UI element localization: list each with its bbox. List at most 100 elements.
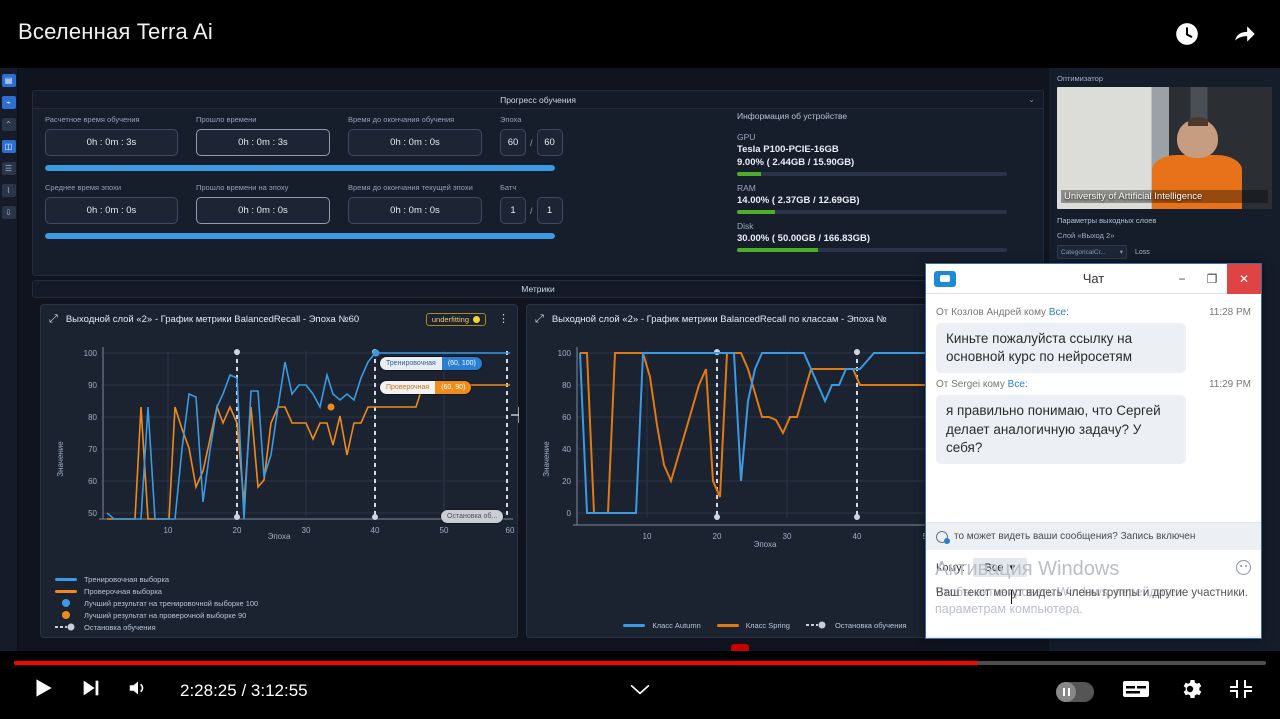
chat-message-list[interactable]: От Козлов Андрей кому Все: 11:28 PM Кинь… — [926, 294, 1261, 522]
chat-message: От Козлов Андрей кому Все: 11:28 PM Кинь… — [936, 307, 1251, 374]
expand-icon[interactable]: ⤢ — [535, 313, 544, 326]
svg-text:80: 80 — [88, 413, 97, 422]
field-label: Прошло времени — [196, 115, 257, 124]
to-prefix: кому — [982, 379, 1005, 391]
sidebar-item-metrics[interactable]: ⌃ — [1, 118, 16, 131]
from-prefix: От — [936, 379, 949, 391]
autoplay-toggle-icon[interactable] — [1056, 681, 1094, 702]
webcam-video[interactable]: University of Artificial Intelligence — [1057, 87, 1272, 209]
field-batch: Батч 1 / 1 — [500, 183, 563, 224]
message-input-placeholder[interactable]: Ваш текст могут видеть члены группы и др… — [936, 586, 1251, 602]
field-label: Эпоха — [500, 115, 522, 124]
sidebar-item-export[interactable]: ⇩ — [1, 206, 16, 219]
legend-label: Тренировочная выборка — [84, 574, 170, 584]
gear-icon[interactable] — [1178, 677, 1202, 706]
message-time: 11:29 PM — [1208, 379, 1251, 391]
field-value: 0h : 0m : 0s — [348, 129, 482, 156]
chart1-legend: Тренировочная выборка Проверочная выборк… — [41, 573, 517, 633]
batch-progress-bar — [45, 233, 555, 239]
text-cursor — [1011, 590, 1012, 604]
legend-swatch-stop — [805, 621, 828, 629]
field-epoch-elapsed-time: Прошло времени на эпоху 0h : 0m : 0s — [196, 183, 330, 224]
legend-item: Остановка обучения — [55, 621, 503, 633]
more-vertical-icon[interactable]: ⋮ — [494, 314, 509, 325]
ram-label: RAM — [737, 183, 756, 193]
epoch-current: 60 — [500, 129, 526, 156]
loss-select-value: CategoricalCr... — [1061, 248, 1106, 256]
sidebar-item-training[interactable]: ⌁ — [1, 96, 16, 109]
expand-icon[interactable]: ⤢ — [49, 313, 58, 326]
chart1-header: ⤢ Выходной слой «2» - График метрики Bal… — [41, 305, 517, 333]
exit-fullscreen-icon[interactable] — [1230, 678, 1252, 705]
svg-text:90: 90 — [88, 381, 97, 390]
field-value: 0h : 0m : 0s — [348, 197, 482, 224]
svg-text:70: 70 — [88, 445, 97, 454]
sidebar-item-dataset[interactable]: ▤ — [1, 74, 16, 87]
disk-label: Disk — [737, 221, 754, 231]
disk-usage: 30.00% ( 50.00GB / 166.83GB) — [737, 233, 871, 244]
clock-icon[interactable] — [1168, 15, 1206, 53]
legend-label: Класс Spring — [745, 620, 790, 630]
legend-swatch-line — [55, 577, 77, 581]
sidebar-item-plot[interactable]: ⌇ — [1, 184, 16, 197]
chat-window: Чат − ❐ ✕ От Козлов Андрей кому Все: 11:… — [925, 263, 1262, 639]
loss-label: Loss — [1135, 248, 1150, 256]
field-value: 0h : 0m : 0s — [196, 197, 330, 224]
legend-swatch-dot — [62, 611, 70, 619]
sender-name: Козлов Андрей — [951, 307, 1022, 318]
field-average-epoch-time: Среднее время эпохи 0h : 0m : 0s — [45, 183, 178, 224]
chat-compose-area: Кому: Все ▾ Ваш текст могут видеть члены… — [926, 550, 1261, 636]
next-track-icon[interactable] — [80, 677, 102, 704]
field-label: Батч — [500, 183, 517, 192]
status-badge: underfitting — [425, 312, 486, 326]
legend-label: Лучший результат на тренировочной выборк… — [84, 598, 259, 608]
chart1-title: Выходной слой «2» - График метрики Balan… — [65, 313, 360, 325]
subtitles-icon[interactable] — [1122, 678, 1150, 705]
progress-row-1: Расчетное время обучения 0h : 0m : 3s Пр… — [45, 115, 575, 156]
recipient-name: Все: — [1007, 379, 1028, 391]
batch-separator: / — [530, 205, 533, 216]
screen-root: Вселенная Terra Ai ▤ ⌁ ⌃ ◫ ☰ ⌇ ⇩ Прогрес… — [0, 0, 1280, 719]
field-time-until-end: Время до окончания обучения 0h : 0m : 0s — [348, 115, 482, 156]
output-layer-params-label: Параметры выходных слоев — [1057, 216, 1157, 225]
sidebar-item-model[interactable]: ◫ — [1, 140, 16, 153]
device-info: Информация об устройстве GPU Tesla P100-… — [737, 111, 1027, 252]
legend-swatch-line — [55, 589, 77, 593]
video-progress-track[interactable] — [14, 661, 1266, 665]
message-bubble: Киньте пожалуйста ссылку на основной кур… — [936, 323, 1186, 374]
legend-swatch-dot — [62, 599, 70, 607]
progress-fields: Расчетное время обучения 0h : 0m : 3s Пр… — [45, 115, 575, 239]
chevron-down-icon[interactable] — [630, 683, 650, 702]
legend-item: Лучший результат на тренировочной выборк… — [55, 597, 503, 609]
player-left-controls: 2:28:25 / 3:12:55 — [30, 675, 308, 706]
smiley-icon[interactable] — [1236, 560, 1251, 575]
chart2-title: Выходной слой «2» - График метрики Balan… — [551, 313, 887, 325]
chat-window-title: Чат — [1082, 271, 1105, 286]
svg-text:100: 100 — [84, 349, 98, 358]
sidebar-item-list[interactable]: ☰ — [1, 162, 16, 175]
from-prefix: От — [936, 307, 949, 318]
share-arrow-icon[interactable] — [1226, 15, 1264, 53]
chat-titlebar[interactable]: Чат − ❐ ✕ — [926, 264, 1261, 294]
legend-item: Класс Spring — [716, 619, 790, 631]
loss-row: CategoricalCr... ▾ Loss — [1049, 243, 1280, 261]
tooltip-value: (60, 100) — [441, 357, 482, 370]
recipient-select[interactable]: Все ▾ — [972, 558, 1027, 577]
chart1-svg: 100 90 80 70 60 50 10 20 30 40 50 60 — [84, 347, 527, 535]
metrics-section-header: Метрики — [32, 280, 1044, 298]
field-elapsed-time: Прошло времени 0h : 0m : 3s — [196, 115, 330, 156]
tooltip-label: Тренировочная — [380, 357, 442, 370]
chevron-down-icon[interactable]: ⌄ — [1028, 95, 1035, 104]
gpu-usage: 9.00% ( 2.44GB / 15.90GB) — [737, 157, 855, 168]
compose-recipient-row: Кому: Все ▾ — [936, 558, 1251, 577]
svg-text:40: 40 — [562, 445, 571, 454]
svg-text:50: 50 — [88, 509, 97, 518]
volume-icon[interactable] — [126, 677, 150, 704]
play-icon[interactable] — [30, 675, 56, 706]
video-person-hair — [1187, 117, 1209, 126]
field-estimated-training-time: Расчетное время обучения 0h : 0m : 3s — [45, 115, 178, 156]
svg-text:0: 0 — [567, 509, 572, 518]
loss-select[interactable]: CategoricalCr... ▾ — [1057, 245, 1127, 259]
legend-label: Класс Autumn — [652, 620, 701, 630]
svg-text:60: 60 — [562, 413, 571, 422]
